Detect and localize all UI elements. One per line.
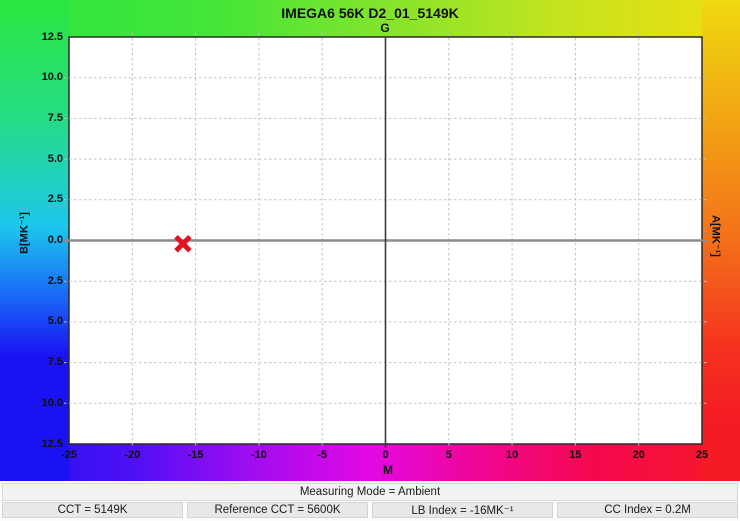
measuring-mode-readout: Measuring Mode = Ambient [2,483,738,501]
lb-index-readout: LB Index = -16MK⁻¹ [372,502,553,518]
status-bar: Measuring Mode = Ambient CCT = 5149K Ref… [0,481,740,521]
cct-readout: CCT = 5149K [2,502,183,518]
color-meter-screen: IMEGA6 56K D2_01_5149K G M B[MK⁻¹] A[MK⁻… [0,0,740,521]
plot-area [0,0,740,481]
cc-index-readout: CC Index = 0.2M [557,502,738,518]
status-row: CCT = 5149K Reference CCT = 5600K LB Ind… [2,502,738,518]
reference-cct-readout: Reference CCT = 5600K [187,502,368,518]
